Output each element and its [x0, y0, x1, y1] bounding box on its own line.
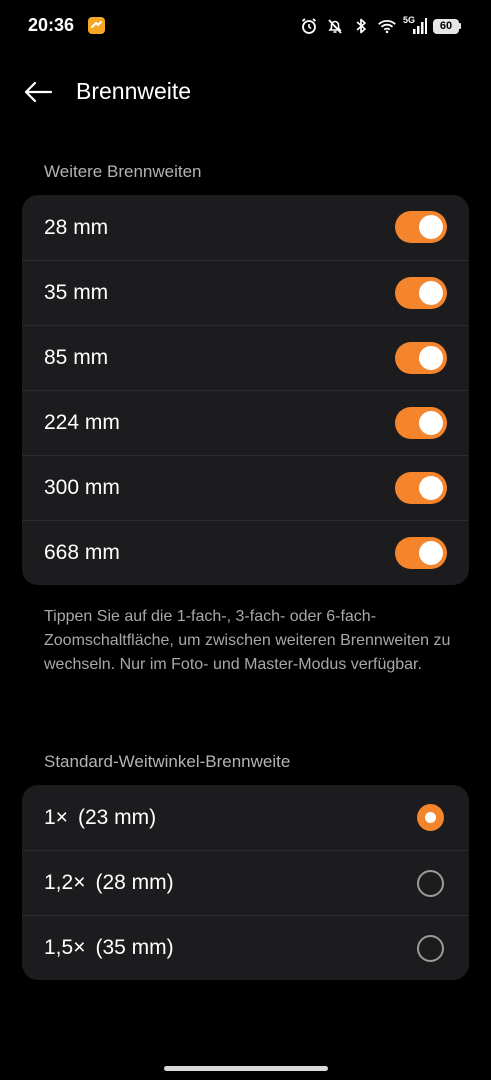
wifi-icon	[377, 16, 397, 36]
focal-length-label: 300 mm	[44, 476, 120, 499]
status-time: 20:36	[28, 15, 75, 35]
option-mm: (35 mm)	[95, 936, 174, 959]
focal-length-row[interactable]: 85 mm	[22, 325, 469, 390]
focal-length-row[interactable]: 668 mm	[22, 520, 469, 585]
focal-length-toggle[interactable]	[395, 537, 447, 569]
mute-notifications-icon	[325, 16, 345, 36]
back-button[interactable]	[18, 72, 58, 112]
radio-selected[interactable]	[417, 804, 444, 831]
focal-length-label: 668 mm	[44, 541, 120, 564]
network-type-label: 5G	[403, 15, 416, 25]
option-factor: 1,5×	[44, 936, 86, 959]
focal-length-label: 224 mm	[44, 411, 120, 434]
page-title: Brennweite	[76, 78, 192, 104]
focal-length-row[interactable]: 28 mm	[22, 195, 469, 260]
focal-length-label: 35 mm	[44, 281, 109, 304]
battery-icon: 60	[433, 18, 461, 34]
option-mm: (28 mm)	[95, 871, 174, 894]
default-wide-option[interactable]: 1,2× (28 mm)	[22, 850, 469, 915]
bluetooth-icon	[351, 16, 371, 36]
focal-length-label: 28 mm	[44, 215, 109, 239]
focal-length-row[interactable]: 224 mm	[22, 390, 469, 455]
default-wide-options: 1× (23 mm) 1,2× (28 mm) 1,5× (35 mm)	[22, 785, 469, 980]
status-icons: 5G 60	[299, 15, 461, 37]
focal-length-toggle[interactable]	[395, 342, 447, 374]
alarm-icon	[299, 16, 319, 36]
focal-length-list: 28 mm 35 mm 85 mm 224 mm 300 mm 668 mm	[22, 195, 469, 585]
cellular-signal-icon: 5G	[403, 16, 427, 36]
option-factor: 1,2×	[44, 871, 86, 894]
focal-length-hint: Tippen Sie auf die 1-fach-, 3-fach- oder…	[44, 608, 451, 673]
focal-length-toggle[interactable]	[395, 211, 447, 243]
radio-unselected[interactable]	[417, 935, 444, 962]
focal-length-toggle[interactable]	[395, 277, 447, 309]
notification-app-icon	[88, 17, 105, 34]
section-title-more-focal-lengths: Weitere Brennweiten	[44, 162, 202, 181]
home-indicator[interactable]	[164, 1066, 328, 1071]
app-header: Brennweite	[0, 64, 491, 118]
settings-screen: 20:36 5G 60 Brennweite Weitere Brennweit…	[0, 0, 491, 1080]
battery-level: 60	[433, 18, 459, 34]
focal-length-toggle[interactable]	[395, 407, 447, 439]
default-wide-option[interactable]: 1× (23 mm)	[22, 785, 469, 850]
option-mm: (23 mm)	[77, 805, 157, 829]
focal-length-label: 85 mm	[44, 346, 109, 369]
back-arrow-icon	[24, 81, 53, 103]
status-bar: 20:36 5G 60	[0, 0, 491, 52]
focal-length-toggle[interactable]	[395, 472, 447, 504]
default-wide-option[interactable]: 1,5× (35 mm)	[22, 915, 469, 980]
radio-unselected[interactable]	[417, 870, 444, 897]
option-factor: 1×	[44, 805, 68, 829]
focal-length-row[interactable]: 300 mm	[22, 455, 469, 520]
section-title-default-wide: Standard-Weitwinkel-Brennweite	[44, 752, 291, 771]
focal-length-row[interactable]: 35 mm	[22, 260, 469, 325]
